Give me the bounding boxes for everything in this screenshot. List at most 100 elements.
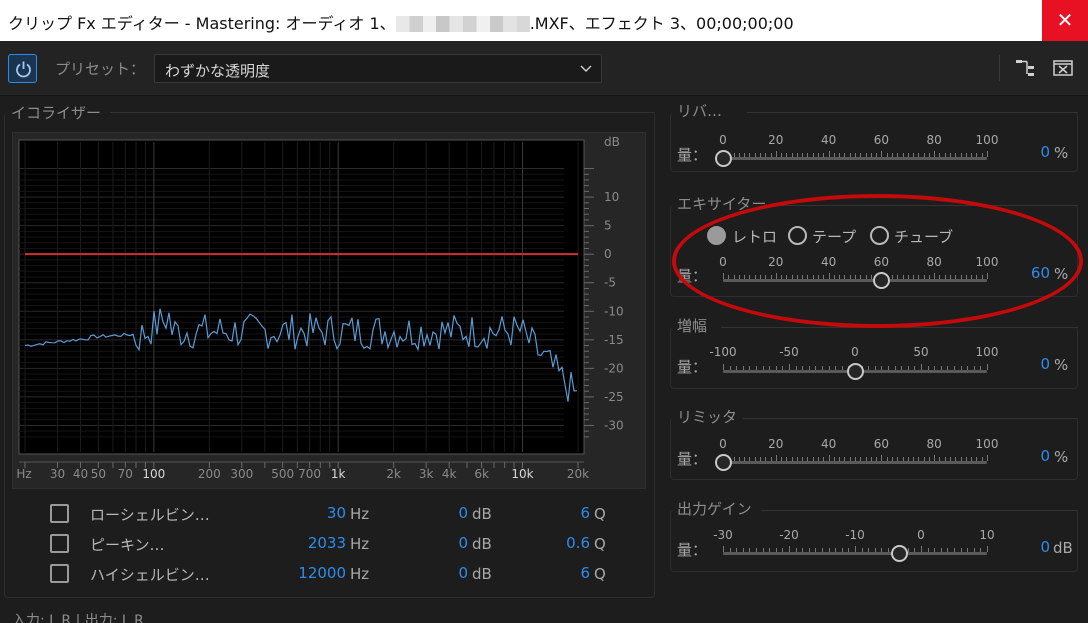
limiter-slider-tick [976,457,978,461]
reverb-slider-tick [796,153,798,157]
band-freq-value[interactable]: 12000 [274,564,346,582]
reverb-slider-tick [791,153,793,157]
limiter-slider-tick [981,457,983,461]
reverb-slider-tick [844,153,846,157]
limiter-amount-label: 量： [677,450,708,468]
eq-db-tick-label: 10 [604,190,619,204]
band-q-value[interactable]: 6 [538,564,590,582]
widener-slider-tick [841,366,843,370]
limiter-slider-thumb[interactable] [714,454,732,471]
eq-freq-tick-label: 1k [331,467,346,481]
reverb-slider-tick [987,151,988,157]
limiter-slider-tick [807,457,809,461]
close-button[interactable]: ✕ [1042,0,1088,41]
widener-slider-tick [756,366,757,370]
bypass-icon[interactable] [1052,57,1074,79]
limiter-value[interactable]: 0 [1010,447,1050,465]
eq-freq-tick-label: 30 [50,467,65,481]
output-gain-slider-tick [775,548,777,552]
band-enable-checkbox[interactable] [50,564,69,583]
band-q-value[interactable]: 6 [538,504,590,522]
widener-unit: % [1054,356,1069,374]
eq-db-tick-label: -30 [604,418,624,432]
limiter-slider-tick [791,457,793,461]
band-row-peaking: ピーキン… 2033 Hz 0 dB 0.6 Q [48,532,608,558]
band-enable-checkbox[interactable] [50,504,69,523]
reverb-slider-tick [934,151,936,157]
band-freq-value[interactable]: 30 [274,504,346,522]
output-gain-slider-tick [848,548,850,552]
reverb-slider-tick [870,153,872,157]
output-gain-slider-tick [861,548,863,552]
band-gain-value[interactable]: 0 [416,564,468,582]
output-gain-legend-line [761,510,1078,511]
widener-slider-tick [769,366,771,370]
reverb-slider-tick [775,151,777,157]
routing-icon[interactable] [1014,57,1036,79]
output-gain-slider-tick [749,548,751,552]
output-gain-value[interactable]: 0 [1010,538,1050,556]
output-gain-slider-tick [795,548,797,552]
eq-freq-tick-label: Hz [16,467,31,481]
reverb-scale-label: 20 [768,133,784,147]
reverb-slider-tick [860,153,862,157]
limiter-slider-tick [939,457,941,461]
band-freq-value[interactable]: 2033 [274,534,346,552]
limiter-slider-tick [855,457,856,461]
widener-slider-tick [789,364,790,370]
output-gain-slider-tick [874,548,876,552]
widener-value[interactable]: 0 [1010,355,1050,373]
reverb-scale-label: 80 [926,133,942,147]
output-gain-slider-tick [967,548,969,552]
eq-db-tick-label: -25 [604,390,624,404]
limiter-slider-tick [802,457,804,461]
widener-slider-tick [987,364,988,370]
output-gain-slider-thumb[interactable] [890,545,908,562]
reverb-unit: % [1054,144,1069,162]
band-gain-unit: dB [472,505,492,523]
limiter-slider-tick [881,455,883,461]
limiter-slider-tick [765,457,767,461]
widener-slider-tick [795,366,797,370]
output-gain-slider-tick [835,548,837,552]
band-gain-value[interactable]: 0 [416,534,468,552]
reverb-value[interactable]: 0 [1010,143,1050,161]
io-channels-text: 入力: L R | 出力: L R [12,613,144,623]
reverb-slider-tick [950,153,952,157]
band-q-unit: Q [594,505,606,523]
eq-freq-tick-label: 700 [298,467,321,481]
reverb-slider-tick [907,153,909,157]
limiter-slider-track[interactable] [723,461,987,464]
eq-freq-tick-label: 10k [511,467,533,481]
widener-slider-tick [802,366,804,370]
reverb-slider-thumb[interactable] [714,150,732,167]
band-enable-checkbox[interactable] [50,534,69,553]
limiter-slider-tick [759,457,761,461]
widener-slider-tick [723,364,724,370]
close-icon: ✕ [1056,8,1074,32]
limiter-slider-tick [987,455,988,461]
limiter-scale-label: 20 [768,437,784,451]
eq-freq-tick-label: 40 [73,467,88,481]
reverb-slider-track[interactable] [723,157,987,160]
eq-freq-tick-label: 70 [118,467,133,481]
widener-slider-tick [729,366,731,370]
widener-slider-tick [828,366,830,370]
limiter-slider-tick [770,457,772,461]
output-gain-slider-tick [841,548,843,552]
output-gain-slider-tick [947,548,949,552]
widener-slider-thumb[interactable] [846,363,864,380]
eq-db-tick-label: -20 [604,361,624,375]
reverb-slider-tick [923,153,925,157]
widener-legend: 増幅 [677,317,708,335]
band-q-value[interactable]: 0.6 [538,534,590,552]
band-gain-value[interactable]: 0 [416,504,468,522]
limiter-slider-tick [934,455,936,461]
output-gain-slider-track[interactable] [723,552,987,555]
widener-slider-tick [973,366,975,370]
limiter-legend-line [743,418,1078,419]
output-gain-slider-tick [888,548,889,552]
eq-graph[interactable]: dB1050-5-10-15-20-25-30 Hz 30 40 50 70 100 200… [0,0,660,490]
output-gain-slider-tick [822,548,823,552]
limiter-legend: リミッタ [677,408,738,426]
